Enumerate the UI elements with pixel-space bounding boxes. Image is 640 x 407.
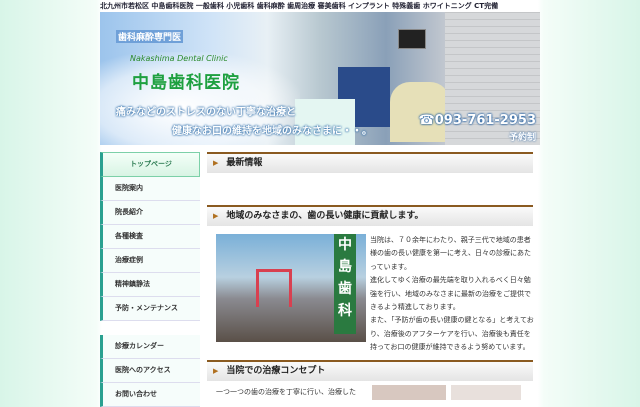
nav-prevention[interactable]: 予防・メンテナンス (100, 297, 200, 321)
section-contribution-heading: ▶ 地域のみなさまの、歯の長い健康に貢献します。 (207, 205, 533, 226)
arrow-icon: ▶ (213, 212, 219, 220)
nav-sedation[interactable]: 精神鎮静法 (100, 273, 200, 297)
clinic-name: 中島歯科医院 (132, 73, 240, 93)
nav-contact[interactable]: お問い合わせ (100, 383, 200, 407)
intro-text: 当院は、７０余年にわたり、親子三代で地域の患者様の歯の長い健康を第一に考え、日々… (370, 234, 536, 355)
nav-cases[interactable]: 治療症例 (100, 249, 200, 273)
specialty-badge: 歯科麻酔専門医 (116, 30, 184, 43)
concept-photo-1 (372, 385, 446, 400)
clinic-name-en: Nakashima Dental Clinic (130, 54, 228, 63)
nav-director[interactable]: 院長紹介 (100, 201, 200, 225)
nav-exams[interactable]: 各種検査 (100, 225, 200, 249)
phone-number: ☎093-761-2953 (418, 113, 536, 128)
nav-top-page[interactable]: トップページ (100, 152, 200, 177)
concept-photo-2 (451, 385, 521, 400)
heading-text: 当院での治療コンセプト (226, 366, 326, 376)
header-banner[interactable]: 歯科麻酔専門医 Nakashima Dental Clinic 中島歯科医院 痛… (100, 12, 540, 145)
tagline-1: 痛みなどのストレスのない丁寧な治療と (116, 107, 296, 118)
intro-p2: 進化してゆく治療の最先端を取り入れるべく日々勉強を行い、地域のみなさまに最新の治… (370, 276, 531, 312)
dental-chair-graphic (390, 82, 450, 142)
nav-calendar[interactable]: 診療カレンダー (100, 335, 200, 359)
intro-p3: また、「予防が歯の長い健康の鍵となる」と考えており、治療後のアフターケアを行い、… (370, 316, 534, 352)
arrow-icon: ▶ (213, 367, 219, 375)
heading-text: 地域のみなさまの、歯の長い健康に貢献します。 (226, 211, 424, 221)
nav-clinic-info[interactable]: 医院案内 (100, 177, 200, 201)
section-concept-heading: ▶ 当院での治療コンセプト (207, 360, 533, 381)
concept-text: 一つ一つの歯の治療を丁寧に行い、治療した (216, 388, 356, 396)
intro-p1: 当院は、７０余年にわたり、親子三代で地域の患者様の歯の長い健康を第一に考え、日々… (370, 236, 531, 271)
nav-access[interactable]: 医院へのアクセス (100, 359, 200, 383)
arrow-icon: ▶ (213, 159, 219, 167)
section-news-heading: ▶ 最新情報 (207, 152, 533, 173)
monitor-graphic (398, 29, 426, 49)
tagline-2: 健康なお口の維持を地域のみなさまに・・。 (172, 126, 372, 137)
clinic-exterior-photo: 中島歯科 (216, 234, 366, 342)
sidebar-sub-nav: 診療カレンダー 医院へのアクセス お問い合わせ (100, 335, 200, 407)
header-keywords: 北九州市若松区 中島歯科医院 一般歯科 小児歯科 歯科麻酔 歯周治療 審美歯科 … (100, 2, 499, 10)
bridge-graphic (256, 269, 292, 307)
sidebar-main-nav: トップページ 医院案内 院長紹介 各種検査 治療症例 精神鎮静法 予防・メンテナ… (100, 152, 200, 321)
heading-text: 最新情報 (226, 158, 263, 168)
clinic-sign: 中島歯科 (334, 234, 356, 334)
reservation-note: 予約制 (508, 133, 536, 143)
